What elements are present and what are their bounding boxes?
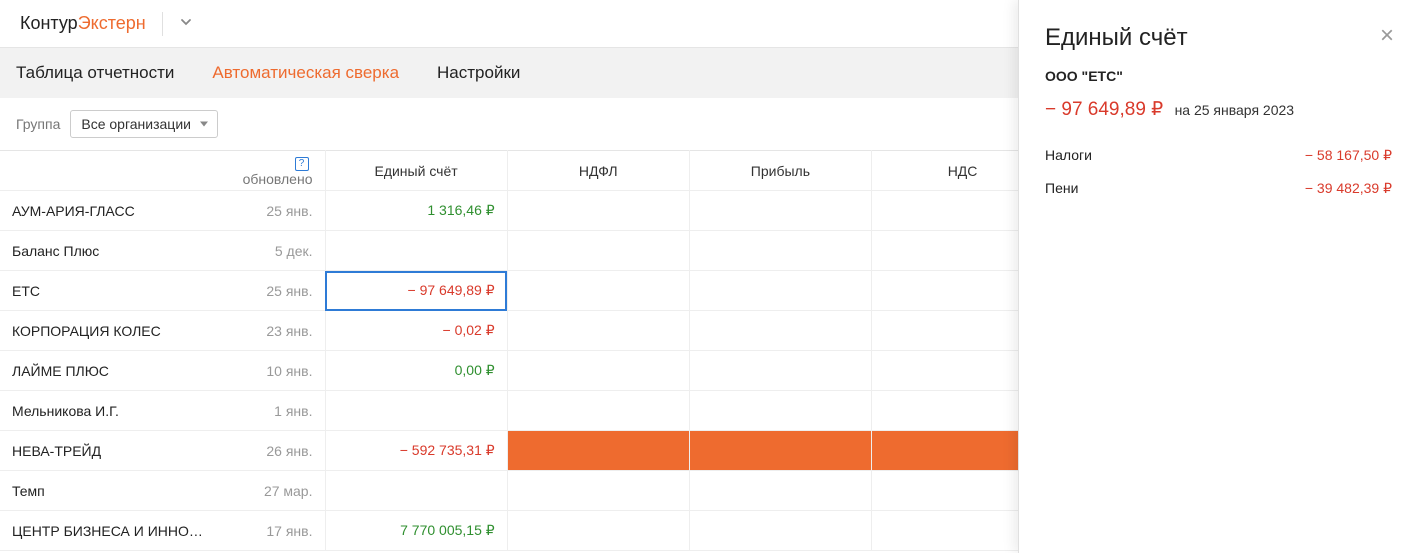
cell-account[interactable]: 1 316,46 ₽ <box>325 191 507 231</box>
cell-value[interactable] <box>689 351 871 391</box>
cell-name[interactable]: ЛАЙМЕ ПЛЮС <box>0 351 220 391</box>
filter-left: Группа Все организации <box>16 110 218 138</box>
sidepanel-row-value: − 58 167,50 ₽ <box>1305 147 1392 164</box>
col-profit: Прибыль <box>689 151 871 191</box>
cell-account[interactable]: − 0,02 ₽ <box>325 311 507 351</box>
cell-value[interactable] <box>507 391 689 431</box>
cell-value[interactable] <box>689 431 871 471</box>
cell-name[interactable]: Мельникова И.Г. <box>0 391 220 431</box>
cell-name[interactable]: Темп <box>0 471 220 511</box>
cell-updated: 26 янв. <box>220 431 325 471</box>
cell-value[interactable] <box>689 511 871 551</box>
col-updated-label: обновлено <box>243 171 313 187</box>
cell-updated: 10 янв. <box>220 351 325 391</box>
col-account: Единый счёт <box>325 151 507 191</box>
col-ndfl: НДФЛ <box>507 151 689 191</box>
cell-value[interactable] <box>507 271 689 311</box>
cell-value[interactable] <box>507 471 689 511</box>
cell-value[interactable] <box>689 191 871 231</box>
logo-divider <box>162 12 163 36</box>
cell-updated: 5 дек. <box>220 231 325 271</box>
sidepanel-title: Единый счёт <box>1045 24 1392 52</box>
cell-account[interactable] <box>325 391 507 431</box>
sidepanel-rows: Налоги − 58 167,50 ₽ Пени − 39 482,39 ₽ <box>1045 139 1392 205</box>
sidepanel-row-penalties: Пени − 39 482,39 ₽ <box>1045 172 1392 205</box>
tab-settings[interactable]: Настройки <box>437 63 520 83</box>
cell-account[interactable]: 7 770 005,15 ₽ <box>325 511 507 551</box>
chevron-down-icon[interactable] <box>179 15 193 32</box>
cell-value[interactable] <box>507 351 689 391</box>
cell-value[interactable] <box>507 311 689 351</box>
close-icon[interactable]: × <box>1380 24 1394 48</box>
cell-name[interactable]: АУМ-АРИЯ-ГЛАСС <box>0 191 220 231</box>
tab-reconciliation[interactable]: Автоматическая сверка <box>212 63 399 83</box>
sidepanel-row-label: Пени <box>1045 180 1078 197</box>
cell-account[interactable]: − 592 735,31 ₽ <box>325 431 507 471</box>
sidepanel-balance-date: на 25 января 2023 <box>1175 102 1295 118</box>
cell-updated: 23 янв. <box>220 311 325 351</box>
cell-value[interactable] <box>689 471 871 511</box>
sidepanel-balance: − 97 649,89 ₽ на 25 января 2023 <box>1045 98 1392 121</box>
sidepanel-row-value: − 39 482,39 ₽ <box>1305 180 1392 197</box>
group-select[interactable]: Все организации <box>70 110 218 138</box>
cell-value[interactable] <box>507 231 689 271</box>
cell-value[interactable] <box>689 391 871 431</box>
cell-value[interactable] <box>689 311 871 351</box>
cell-value[interactable] <box>507 191 689 231</box>
cell-value[interactable] <box>507 431 689 471</box>
cell-value[interactable] <box>689 231 871 271</box>
cell-name[interactable]: Баланс Плюс <box>0 231 220 271</box>
cell-name[interactable]: КОРПОРАЦИЯ КОЛЕС <box>0 311 220 351</box>
tab-reports[interactable]: Таблица отчетности <box>16 63 174 83</box>
cell-value[interactable] <box>507 511 689 551</box>
cell-account[interactable] <box>325 231 507 271</box>
sidepanel: × Единый счёт ООО "ЕТС" − 97 649,89 ₽ на… <box>1018 0 1418 553</box>
cell-updated: 25 янв. <box>220 191 325 231</box>
cell-value[interactable] <box>689 271 871 311</box>
topbar-left: КонтурЭкстерн <box>20 12 193 36</box>
col-updated: ?обновлено <box>220 151 325 191</box>
cell-account[interactable]: 0,00 ₽ <box>325 351 507 391</box>
sidepanel-balance-value: − 97 649,89 ₽ <box>1045 99 1163 120</box>
cell-updated: 1 янв. <box>220 391 325 431</box>
logo-part2: Экстерн <box>78 13 146 33</box>
cell-name[interactable]: ЦЕНТР БИЗНЕСА И ИННОВАЦ… <box>0 511 220 551</box>
logo[interactable]: КонтурЭкстерн <box>20 13 146 34</box>
group-label: Группа <box>16 116 60 132</box>
cell-account[interactable] <box>325 471 507 511</box>
sidepanel-row-label: Налоги <box>1045 147 1092 164</box>
cell-updated: 27 мар. <box>220 471 325 511</box>
question-icon[interactable]: ? <box>295 157 309 171</box>
cell-updated: 17 янв. <box>220 511 325 551</box>
sidepanel-row-taxes: Налоги − 58 167,50 ₽ <box>1045 139 1392 172</box>
cell-account[interactable]: − 97 649,89 ₽ <box>325 271 507 311</box>
cell-name[interactable]: НЕВА-ТРЕЙД <box>0 431 220 471</box>
logo-part1: Контур <box>20 13 78 33</box>
col-name <box>0 151 220 191</box>
cell-name[interactable]: ЕТС <box>0 271 220 311</box>
cell-updated: 25 янв. <box>220 271 325 311</box>
sidepanel-org: ООО "ЕТС" <box>1045 68 1392 84</box>
